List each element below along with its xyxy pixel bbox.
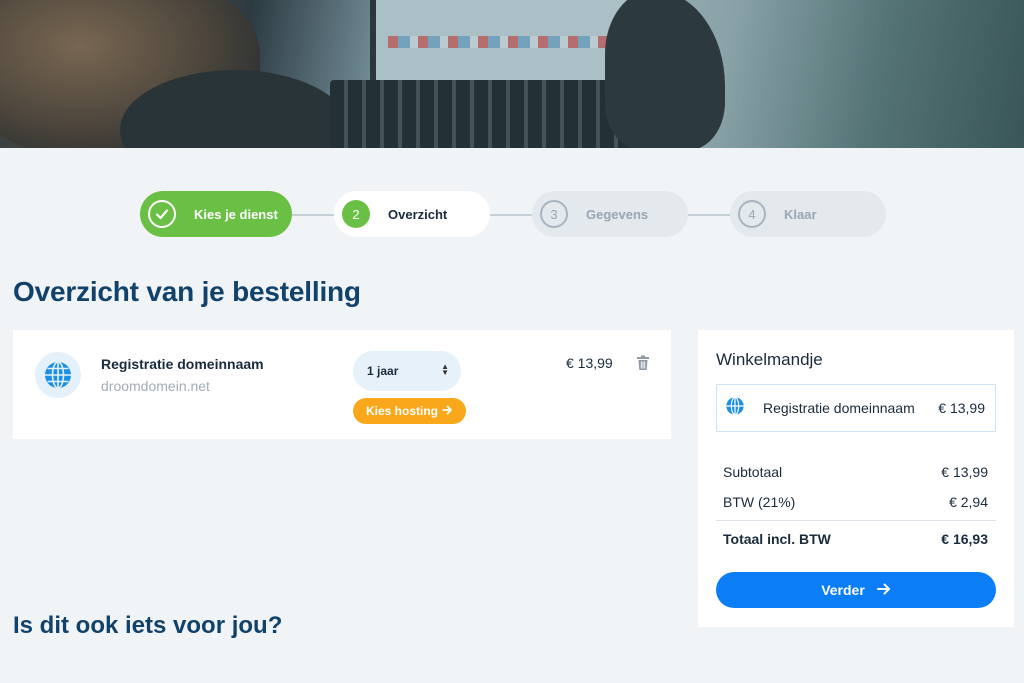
shopping-cart-panel: Winkelmandje Registratie domeinnaam € 13… bbox=[698, 330, 1014, 627]
product-price: € 13,99 bbox=[566, 355, 613, 371]
total-row: Totaal incl. BTW € 16,93 bbox=[723, 531, 988, 547]
vat-row: BTW (21%) € 2,94 bbox=[723, 494, 988, 510]
step-label: Gegevens bbox=[586, 206, 649, 222]
next-button-label: Verder bbox=[821, 582, 865, 598]
step-overzicht: 2 Overzicht bbox=[334, 191, 490, 237]
check-circle-icon bbox=[148, 200, 176, 228]
period-value: 1 jaar bbox=[367, 364, 399, 378]
period-select[interactable]: 1 jaar ▲ ▼ bbox=[353, 351, 461, 391]
total-value: € 16,93 bbox=[941, 531, 988, 547]
trash-icon[interactable] bbox=[636, 355, 650, 371]
choose-hosting-button[interactable]: Kies hosting bbox=[353, 398, 466, 424]
suggestions-title: Is dit ook iets voor jou? bbox=[13, 612, 283, 639]
step-label: Overzicht bbox=[388, 206, 448, 222]
step-number: 2 bbox=[342, 200, 370, 228]
arrow-right-icon bbox=[442, 404, 453, 418]
step-kies-je-dienst[interactable]: Kies je dienst bbox=[140, 191, 292, 237]
next-button[interactable]: Verder bbox=[716, 572, 996, 608]
globe-icon bbox=[725, 396, 745, 421]
step-klaar: 4 Klaar bbox=[730, 191, 886, 237]
page-title: Overzicht van je bestelling bbox=[13, 276, 361, 307]
product-domain: droomdomein.net bbox=[101, 378, 210, 394]
step-number: 4 bbox=[738, 200, 766, 228]
product-name: Registratie domeinnaam bbox=[101, 356, 264, 372]
step-number: 3 bbox=[540, 200, 568, 228]
globe-icon bbox=[35, 352, 81, 398]
cart-item-name: Registratie domeinnaam bbox=[763, 400, 915, 416]
order-line-item: Registratie domeinnaam droomdomein.net 1… bbox=[13, 330, 671, 439]
step-gegevens: 3 Gegevens bbox=[532, 191, 688, 237]
step-label: Kies je dienst bbox=[194, 206, 278, 222]
cart-title: Winkelmandje bbox=[716, 350, 823, 369]
step-label: Klaar bbox=[784, 206, 817, 222]
cart-item-price: € 13,99 bbox=[938, 400, 985, 416]
hero-banner-image bbox=[0, 0, 1024, 148]
vat-value: € 2,94 bbox=[949, 494, 988, 510]
total-label: Totaal incl. BTW bbox=[723, 531, 831, 547]
subtotal-value: € 13,99 bbox=[941, 464, 988, 480]
vat-label: BTW (21%) bbox=[723, 494, 796, 510]
cart-item: Registratie domeinnaam € 13,99 bbox=[716, 384, 996, 432]
step-connector bbox=[292, 214, 334, 216]
step-connector bbox=[490, 214, 532, 216]
divider bbox=[716, 520, 996, 521]
checkout-stepper: Kies je dienst 2 Overzicht 3 Gegevens 4 … bbox=[0, 191, 1024, 237]
arrow-right-icon bbox=[876, 582, 891, 598]
step-connector bbox=[688, 214, 730, 216]
subtotal-row: Subtotaal € 13,99 bbox=[723, 464, 988, 480]
sort-caret-icon: ▲ ▼ bbox=[441, 362, 449, 377]
subtotal-label: Subtotaal bbox=[723, 464, 783, 480]
choose-hosting-label: Kies hosting bbox=[365, 404, 438, 418]
